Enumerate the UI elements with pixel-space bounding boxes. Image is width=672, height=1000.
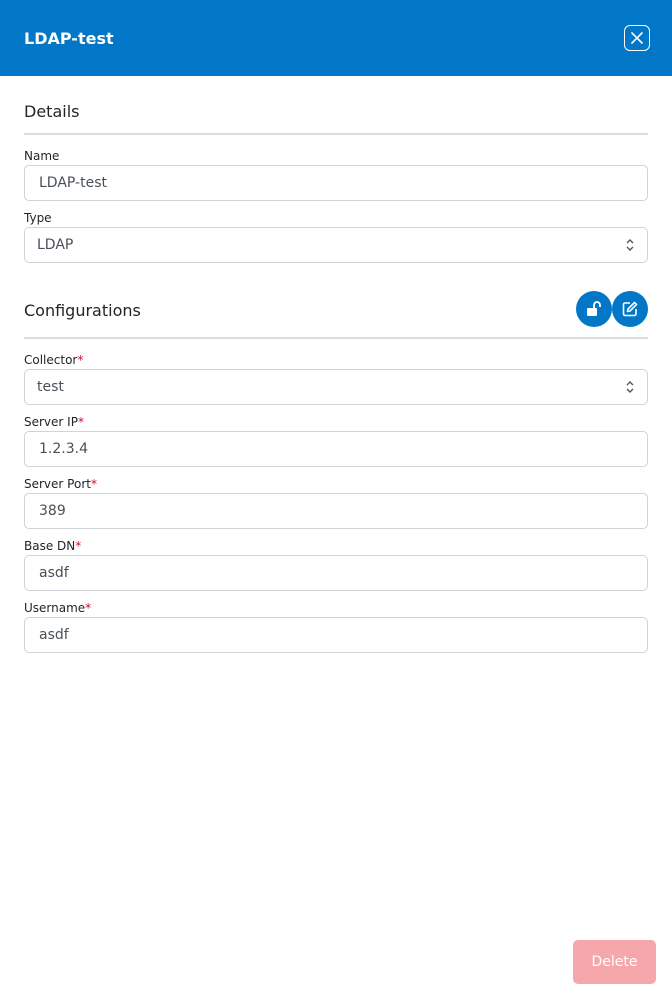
type-label: Type [24,211,52,225]
server-port-label: Server Port* [24,477,97,491]
server-ip-field-group: Server IP* 1.2.3.4 [24,415,648,467]
configurations-section-header: Configurations [24,291,648,339]
details-title: Details [24,102,80,121]
dialog-header: LDAP-test [0,0,672,76]
close-icon [631,32,643,44]
required-marker: * [90,477,97,491]
server-port-input[interactable]: 389 [24,493,648,529]
dialog-title: LDAP-test [24,28,114,48]
details-section-header: Details [24,76,648,135]
server-port-field-group: Server Port* 389 [24,477,648,529]
collector-select[interactable]: test [24,369,648,405]
close-button[interactable] [624,25,650,51]
server-ip-input[interactable]: 1.2.3.4 [24,431,648,467]
required-marker: * [75,539,82,553]
server-ip-label: Server IP* [24,415,84,429]
username-input[interactable]: asdf [24,617,648,653]
username-field-group: Username* asdf [24,601,648,653]
required-marker: * [77,353,84,367]
configurations-actions [576,291,648,327]
unlock-button[interactable] [576,291,612,327]
required-marker: * [77,415,84,429]
chevron-up-down-icon [625,238,635,252]
base-dn-field-group: Base DN* asdf [24,539,648,591]
required-marker: * [85,601,92,615]
type-field-group: Type LDAP [24,211,648,263]
name-field-group: Name LDAP-test [24,149,648,201]
collector-field-group: Collector* test [24,353,648,405]
unlock-icon [587,301,601,316]
edit-icon [622,301,638,317]
type-select[interactable]: LDAP [24,227,648,263]
type-select-value: LDAP [37,237,74,253]
configurations-title: Configurations [24,301,141,320]
edit-button[interactable] [612,291,648,327]
collector-label: Collector* [24,353,84,367]
name-input[interactable]: LDAP-test [24,165,648,201]
username-label: Username* [24,601,92,615]
base-dn-input[interactable]: asdf [24,555,648,591]
delete-button[interactable]: Delete [573,940,656,984]
base-dn-label: Base DN* [24,539,82,553]
name-label: Name [24,149,60,163]
dialog-body: Details Name LDAP-test Type LDAP Configu… [24,76,648,653]
chevron-up-down-icon [625,380,635,394]
collector-select-value: test [37,379,64,395]
